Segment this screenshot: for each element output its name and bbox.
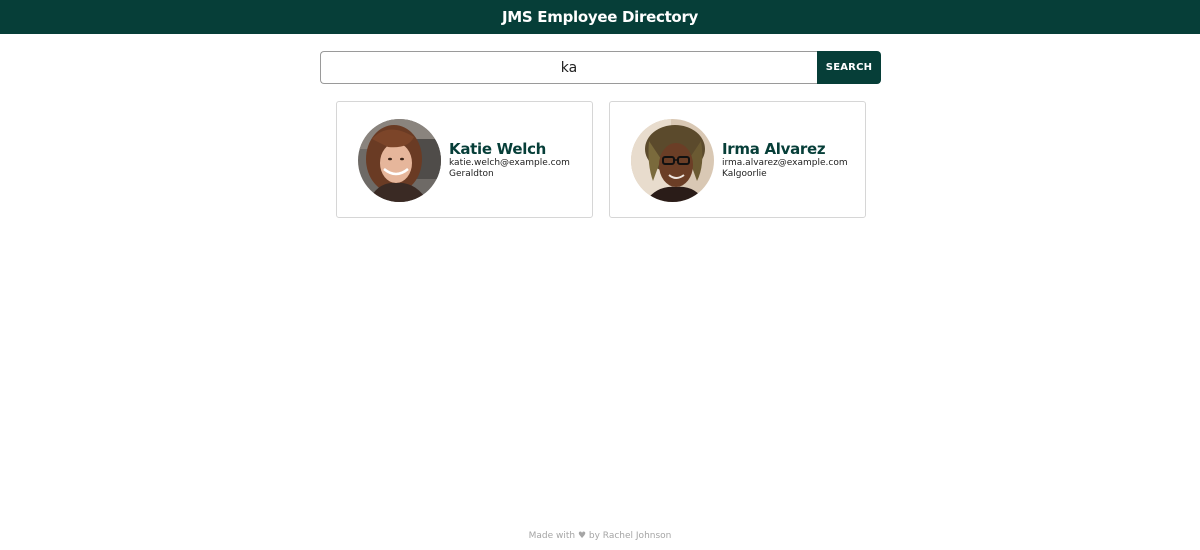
employee-city: Kalgoorlie — [722, 169, 767, 179]
search-input[interactable] — [320, 51, 817, 84]
employee-info: Irma Alvarez irma.alvarez@example.com Ka… — [722, 140, 848, 180]
employee-name: Katie Welch — [449, 140, 547, 158]
employee-email: katie.welch@example.com — [449, 158, 570, 168]
footer: Made with ♥ by Rachel Johnson — [0, 531, 1200, 541]
employee-card: Irma Alvarez irma.alvarez@example.com Ka… — [609, 101, 866, 218]
search-bar: SEARCH — [320, 51, 881, 84]
page-title: JMS Employee Directory — [501, 8, 699, 26]
employee-card: Katie Welch katie.welch@example.com Gera… — [336, 101, 593, 218]
top-bar: JMS Employee Directory — [0, 0, 1200, 34]
avatar — [358, 119, 441, 202]
employee-email: irma.alvarez@example.com — [722, 158, 848, 168]
avatar — [631, 119, 714, 202]
footer-text: Made with ♥ by Rachel Johnson — [528, 531, 672, 541]
search-button[interactable]: SEARCH — [817, 51, 881, 84]
employee-name: Irma Alvarez — [722, 140, 826, 158]
employee-city: Geraldton — [449, 169, 494, 179]
employee-info: Katie Welch katie.welch@example.com Gera… — [449, 140, 570, 180]
